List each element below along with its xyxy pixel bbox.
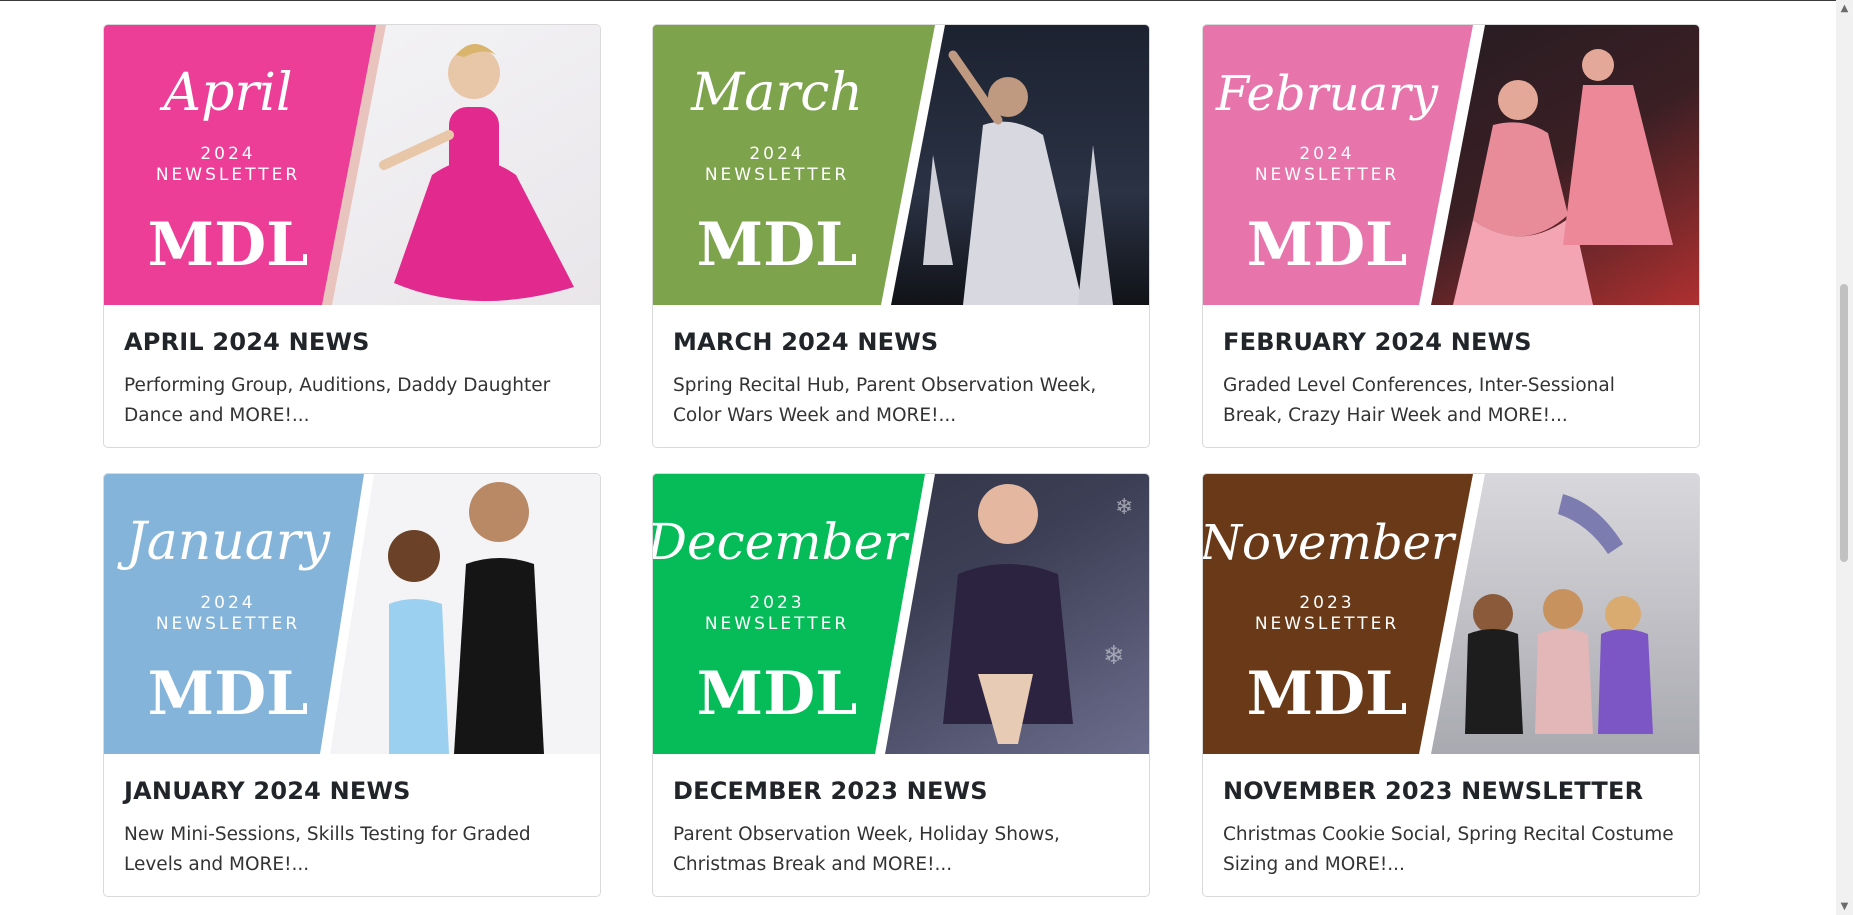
banner-year: 2024 [749,144,804,164]
scroll-down-icon[interactable]: ▼ [1836,898,1853,915]
newsletter-card-november[interactable]: November 2023 NEWSLETTER MDL NOVEMBER 20… [1202,473,1700,897]
banner-year: 2023 [749,593,804,613]
card-body: MARCH 2024 NEWS Spring Recital Hub, Pare… [653,305,1149,447]
banner-newsletter: NEWSLETTER [1255,165,1399,185]
newsletter-card-december[interactable]: ❄ ❄ December 2023 NEWSLETTER MDL DECEMBE… [652,473,1150,897]
card-title[interactable]: JANUARY 2024 NEWS [124,776,580,806]
card-text: Spring Recital Hub, Parent Observation W… [673,375,1097,426]
card-banner[interactable]: February 2024 NEWSLETTER MDL [1203,25,1699,305]
svg-text:❄: ❄ [1103,641,1125,671]
banner-month: April [160,63,293,123]
mdl-logo: MDL [148,659,309,729]
card-body: FEBRUARY 2024 NEWS Graded Level Conferen… [1203,305,1699,447]
banner-graphic: January 2024 NEWSLETTER MDL [104,474,600,754]
banner-year: 2023 [1299,593,1354,613]
card-title[interactable]: APRIL 2024 NEWS [124,327,580,357]
newsletter-card-january[interactable]: January 2024 NEWSLETTER MDL JANUARY 2024… [103,473,601,897]
scroll-up-icon[interactable]: ▲ [1836,0,1853,17]
card-banner[interactable]: ❄ ❄ December 2023 NEWSLETTER MDL [653,474,1149,754]
banner-month: December [653,513,910,571]
scrollbar-thumb[interactable] [1840,284,1848,562]
banner-graphic: ❄ ❄ December 2023 NEWSLETTER MDL [653,474,1149,754]
banner-newsletter: NEWSLETTER [705,165,849,185]
card-banner[interactable]: January 2024 NEWSLETTER MDL [104,474,600,754]
banner-year: 2024 [200,593,255,613]
banner-graphic: March 2024 NEWSLETTER MDL [653,25,1149,305]
card-banner[interactable]: March 2024 NEWSLETTER MDL [653,25,1149,305]
card-text: Parent Observation Week, Holiday Shows, … [673,824,1060,875]
newsletter-card-march[interactable]: March 2024 NEWSLETTER MDL MARCH 2024 NEW… [652,24,1150,448]
card-body: DECEMBER 2023 NEWS Parent Observation We… [653,754,1149,896]
banner-newsletter: NEWSLETTER [705,614,849,634]
card-title[interactable]: MARCH 2024 NEWS [673,327,1129,357]
card-title[interactable]: FEBRUARY 2024 NEWS [1223,327,1679,357]
card-banner[interactable]: April 2024 NEWSLETTER MDL [104,25,600,305]
mdl-logo: MDL [1247,210,1408,280]
banner-newsletter: NEWSLETTER [156,614,300,634]
card-text: New Mini-Sessions, Skills Testing for Gr… [124,824,531,875]
card-body: APRIL 2024 NEWS Performing Group, Auditi… [104,305,600,447]
vertical-scrollbar[interactable]: ▲ ▼ [1836,0,1853,915]
card-text: Graded Level Conferences, Inter-Sessiona… [1223,375,1615,426]
mdl-logo: MDL [148,210,309,280]
newsletter-card-february[interactable]: February 2024 NEWSLETTER MDL FEBRUARY 20… [1202,24,1700,448]
banner-year: 2024 [200,144,255,164]
banner-year: 2024 [1299,144,1354,164]
mdl-logo: MDL [1247,659,1408,729]
banner-graphic: April 2024 NEWSLETTER MDL [104,25,600,305]
mdl-logo: MDL [697,210,858,280]
mdl-logo: MDL [697,659,858,729]
banner-month: November [1203,515,1457,571]
card-text: Performing Group, Auditions, Daddy Daugh… [124,375,551,426]
card-title[interactable]: NOVEMBER 2023 NEWSLETTER [1223,776,1679,806]
card-title[interactable]: DECEMBER 2023 NEWS [673,776,1129,806]
card-text: Christmas Cookie Social, Spring Recital … [1223,824,1674,875]
banner-newsletter: NEWSLETTER [156,165,300,185]
banner-graphic: November 2023 NEWSLETTER MDL [1203,474,1699,754]
banner-month: February [1215,66,1439,122]
newsletter-card-april[interactable]: April 2024 NEWSLETTER MDL APRIL 2024 NEW… [103,24,601,448]
svg-text:❄: ❄ [1115,495,1133,520]
card-banner[interactable]: November 2023 NEWSLETTER MDL [1203,474,1699,754]
banner-graphic: February 2024 NEWSLETTER MDL [1203,25,1699,305]
card-body: NOVEMBER 2023 NEWSLETTER Christmas Cooki… [1203,754,1699,896]
banner-newsletter: NEWSLETTER [1255,614,1399,634]
banner-month: March [690,63,863,123]
card-body: JANUARY 2024 NEWS New Mini-Sessions, Ski… [104,754,600,896]
banner-month: January [117,512,331,572]
newsletter-grid: April 2024 NEWSLETTER MDL APRIL 2024 NEW… [0,0,1853,915]
